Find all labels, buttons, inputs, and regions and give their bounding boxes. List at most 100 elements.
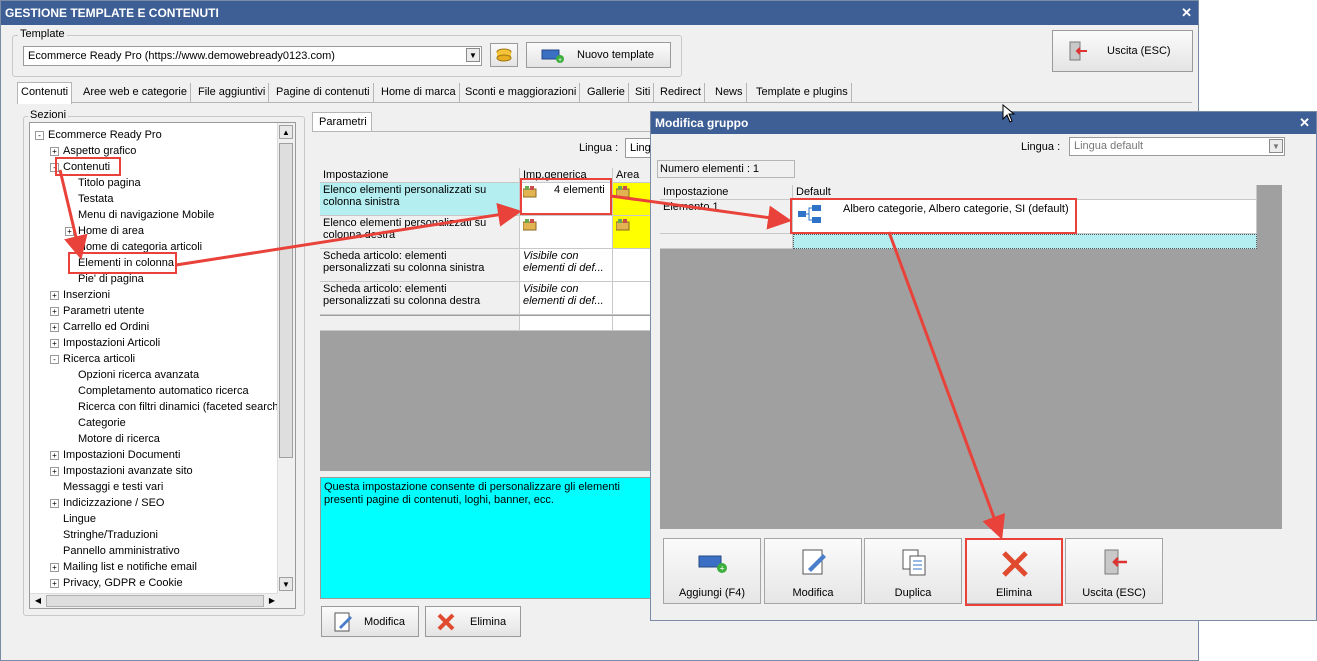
- tree-horizontal-scrollbar[interactable]: ◀ ▶: [30, 593, 278, 608]
- tab-redirect[interactable]: Redirect: [657, 83, 705, 102]
- param-tab-line: [312, 131, 652, 132]
- dialog-lingua-select[interactable]: Lingua default ▼: [1069, 137, 1285, 156]
- tab-contenuti[interactable]: Contenuti: [17, 82, 73, 104]
- dialog-selected-empty-row[interactable]: [793, 234, 1257, 249]
- tab-siti[interactable]: Siti: [632, 83, 655, 102]
- scroll-right-icon[interactable]: ▶: [266, 595, 278, 607]
- tree-item-impostazioni-articoli[interactable]: Impostazioni Articoli: [63, 335, 160, 351]
- lingua-select[interactable]: Lingu: [625, 138, 657, 158]
- param-row-setting[interactable]: Elenco elementi personalizzati su colonn…: [320, 216, 520, 249]
- expand-icon[interactable]: +: [50, 339, 59, 348]
- param-row-setting[interactable]: Scheda articolo: elementi personalizzati…: [320, 282, 520, 315]
- expand-icon[interactable]: +: [65, 227, 74, 236]
- tree-item-inserzioni[interactable]: Inserzioni: [63, 287, 110, 303]
- tree-item-privacy-gdpr-e-cookie[interactable]: Privacy, GDPR e Cookie: [63, 575, 183, 591]
- database-button[interactable]: [490, 43, 518, 67]
- delete-label: Elimina: [470, 615, 507, 628]
- tree-item-mailing-list-e-notifiche-email[interactable]: Mailing list e notifiche email: [63, 559, 197, 575]
- tree-item-home-di-area[interactable]: Home di area: [78, 223, 144, 239]
- chevron-down-icon[interactable]: ▼: [466, 48, 480, 62]
- exit-button[interactable]: Uscita (ESC): [1052, 30, 1193, 72]
- new-template-button[interactable]: + Nuovo template: [526, 42, 671, 68]
- tab-parametri[interactable]: Parametri: [312, 112, 372, 131]
- scroll-up-icon[interactable]: ▲: [279, 125, 293, 139]
- tab-template-e-plugins[interactable]: Template e plugins: [753, 83, 852, 102]
- tree-item-menu-di-navigazione-mobile[interactable]: Menu di navigazione Mobile: [78, 207, 214, 223]
- empty-row: [320, 316, 520, 331]
- expand-icon[interactable]: +: [50, 467, 59, 476]
- tab-aree-web-e-categorie[interactable]: Aree web e categorie: [80, 83, 191, 102]
- param-row-setting[interactable]: Scheda articolo: elementi personalizzati…: [320, 249, 520, 282]
- tree-item-stringhe-traduzioni[interactable]: Stringhe/Traduzioni: [63, 527, 158, 543]
- modify-button[interactable]: Modifica: [321, 606, 419, 637]
- expand-icon[interactable]: +: [50, 147, 59, 156]
- dialog-exit-button[interactable]: Uscita (ESC): [1065, 538, 1163, 604]
- dialog-chevron-down-icon[interactable]: ▼: [1269, 139, 1283, 153]
- collapse-icon[interactable]: -: [35, 131, 44, 140]
- close-icon[interactable]: ✕: [1181, 1, 1192, 25]
- sections-tree[interactable]: - Ecommerce Ready Pro + Aspetto grafico - Con…: [29, 122, 296, 609]
- tree-item-lingue[interactable]: Lingue: [63, 511, 96, 527]
- template-select[interactable]: Ecommerce Ready Pro (https://www.demoweb…: [23, 46, 482, 66]
- tab-gallerie[interactable]: Gallerie: [584, 83, 629, 102]
- param-row-setting[interactable]: Elenco elementi personalizzati su colonn…: [320, 183, 520, 216]
- database-icon: [496, 48, 512, 62]
- expand-icon[interactable]: +: [50, 307, 59, 316]
- param-row-value[interactable]: Visibile con elementi di def...: [520, 282, 613, 315]
- add-module-icon: +: [541, 49, 564, 63]
- element-count: Numero elementi : 1: [657, 160, 795, 178]
- tree-item-ecommerce-ready-pro[interactable]: Ecommerce Ready Pro: [48, 127, 162, 143]
- add-button[interactable]: + Aggiungi (F4): [663, 538, 761, 604]
- tree-item-carrello-ed-ordini[interactable]: Carrello ed Ordini: [63, 319, 149, 335]
- dialog-lingua-value: Lingua default: [1074, 140, 1144, 152]
- tree-item-opzioni-ricerca-avanzata[interactable]: Opzioni ricerca avanzata: [78, 367, 199, 383]
- scroll-left-icon[interactable]: ◀: [32, 595, 44, 607]
- tab-pagine-di-contenuti[interactable]: Pagine di contenuti: [273, 83, 374, 102]
- tree-item-categorie[interactable]: Categorie: [78, 415, 126, 431]
- template-group-label: Template: [18, 28, 67, 40]
- highlight-contenuti: [55, 157, 121, 176]
- expand-icon[interactable]: +: [50, 451, 59, 460]
- tree-item-indicizzazione-seo[interactable]: Indicizzazione / SEO: [63, 495, 165, 511]
- tree-scroll-thumb[interactable]: [279, 143, 293, 458]
- tree-vertical-scrollbar[interactable]: ▲ ▼: [277, 123, 295, 608]
- col-impostazione[interactable]: Impostazione: [320, 168, 520, 183]
- expand-icon[interactable]: +: [50, 563, 59, 572]
- tab-sconti-e-maggiorazioni[interactable]: Sconti e maggiorazioni: [462, 83, 581, 102]
- dialog-row-label[interactable]: Elemento 1: [660, 200, 793, 234]
- dialog-grid[interactable]: Impostazione Default Elemento 1 Albero c…: [660, 185, 1282, 529]
- collapse-icon[interactable]: -: [50, 355, 59, 364]
- dialog-col-impostazione[interactable]: Impostazione: [660, 185, 793, 200]
- tree-item-parametri-utente[interactable]: Parametri utente: [63, 303, 144, 319]
- tree-hscroll-thumb[interactable]: [46, 595, 264, 607]
- tree-item-titolo-pagina[interactable]: Titolo pagina: [78, 175, 141, 191]
- tree-item-messaggi-e-testi-vari[interactable]: Messaggi e testi vari: [63, 479, 163, 495]
- tab-news[interactable]: News: [712, 83, 747, 102]
- param-row-value[interactable]: Visibile con elementi di def...: [520, 249, 613, 282]
- tab-file-aggiuntivi[interactable]: File aggiuntivi: [195, 83, 270, 102]
- tree-item-pannello-amministrativo[interactable]: Pannello amministrativo: [63, 543, 180, 559]
- tree-item-motore-di-ricerca[interactable]: Motore di ricerca: [78, 431, 160, 447]
- duplicate-button[interactable]: Duplica: [864, 538, 962, 604]
- highlight-4-elementi: [520, 178, 612, 215]
- param-row-area[interactable]: [613, 249, 652, 282]
- expand-icon[interactable]: +: [50, 579, 59, 588]
- dialog-close-icon[interactable]: ✕: [1299, 112, 1310, 134]
- col-area[interactable]: Area w: [613, 168, 652, 183]
- tree-item-impostazioni-documenti[interactable]: Impostazioni Documenti: [63, 447, 180, 463]
- tree-item-completamento-automatico-ricerca[interactable]: Completamento automatico ricerca: [78, 383, 249, 399]
- tree-item-testata[interactable]: Testata: [78, 191, 113, 207]
- tree-item-impostazioni-avanzate-sito[interactable]: Impostazioni avanzate sito: [63, 463, 193, 479]
- dialog-modify-button[interactable]: Modifica: [764, 538, 862, 604]
- exit-door-icon: [1104, 549, 1127, 575]
- expand-icon[interactable]: +: [50, 499, 59, 508]
- tab-home-di-marca[interactable]: Home di marca: [378, 83, 460, 102]
- sections-group-label: Sezioni: [28, 109, 69, 121]
- expand-icon[interactable]: +: [50, 323, 59, 332]
- expand-icon[interactable]: +: [50, 291, 59, 300]
- tree-item-ricerca-articoli[interactable]: Ricerca articoli: [63, 351, 135, 367]
- delete-button[interactable]: Elimina: [425, 606, 521, 637]
- param-row-area[interactable]: [613, 282, 652, 315]
- tree-item-ricerca-con-filtri-dinamici-faceted-search[interactable]: Ricerca con filtri dinamici (faceted sea…: [78, 399, 282, 415]
- scroll-down-icon[interactable]: ▼: [279, 577, 293, 591]
